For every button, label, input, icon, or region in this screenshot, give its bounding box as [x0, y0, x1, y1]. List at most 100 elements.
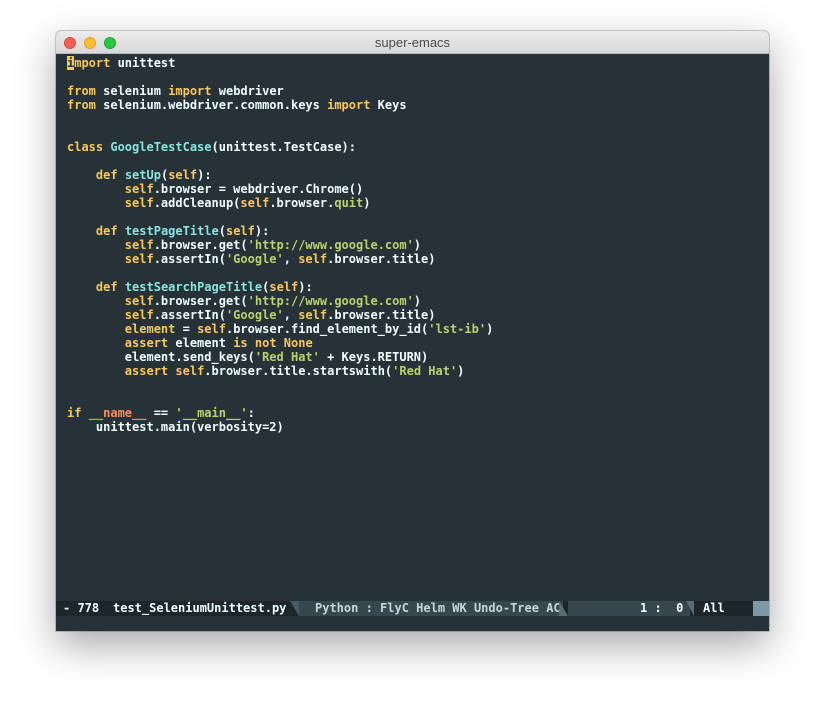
scroll-bar[interactable]: [753, 601, 769, 616]
mode-line: - 778 test_SeleniumUnittest.py Python : …: [56, 601, 769, 616]
cursor-position: 1 : 0: [568, 601, 690, 616]
code-token: 'Red Hat': [254, 350, 320, 364]
mode-line-separator: [686, 601, 694, 616]
code-token: self: [124, 294, 154, 308]
code-token: 'Red Hat': [392, 364, 458, 378]
code-token: None: [283, 336, 313, 350]
code-token: .browser.title.startswith(: [204, 364, 393, 378]
code-token: .assertIn(: [153, 308, 226, 322]
code-token: GoogleTestCase: [110, 140, 212, 154]
code-token: self: [175, 364, 205, 378]
code-token: =: [175, 322, 198, 336]
mode-line-separator: [559, 601, 568, 616]
buffer-state: - 778: [63, 601, 100, 615]
code-token: element: [124, 322, 176, 336]
code-token: Keys: [370, 98, 407, 112]
code-token: 'http://www.google.com': [247, 238, 414, 252]
code-line: element.send_keys('Red Hat' + Keys.RETUR…: [67, 350, 428, 364]
code-token: import: [168, 84, 212, 98]
code-token: assert: [124, 364, 169, 378]
mode-line-separator: [290, 601, 299, 616]
code-token: '__main__': [175, 406, 248, 420]
code-token: is: [233, 336, 248, 350]
cursor-position-label: 1 : 0: [640, 601, 684, 615]
code-token: .browser.find_element_by_id(: [225, 322, 429, 336]
code-token: 'lst-ib': [428, 322, 487, 336]
code-line: from selenium import webdriver: [67, 84, 284, 98]
code-token: class: [67, 140, 104, 154]
code-line: unittest.main(verbosity=2): [67, 420, 284, 434]
code-line: self.assertIn('Google', self.browser.tit…: [67, 308, 436, 322]
major-minor-modes[interactable]: Python : FlyC Helm WK Undo-Tree AC: [299, 601, 563, 616]
code-token: .browser = webdriver.Chrome(): [153, 182, 364, 196]
code-token: ==: [146, 406, 176, 420]
code-line: self.assertIn('Google', self.browser.tit…: [67, 252, 436, 266]
code-token: def: [95, 224, 118, 238]
code-token: self: [197, 322, 226, 336]
code-token: quit: [334, 196, 364, 210]
code-token: + Keys.RETURN): [319, 350, 429, 364]
code-token: ): [486, 322, 494, 336]
code-token: ): [413, 238, 422, 252]
code-token: element: [168, 336, 234, 350]
code-line: def setUp(self):: [67, 168, 212, 182]
emacs-window: super-emacs import unittest from selenium…: [56, 31, 769, 631]
code-token: ,: [283, 308, 299, 322]
code-token: 'Google': [225, 308, 284, 322]
code-token: self: [124, 196, 154, 210]
code-token: assert: [124, 336, 169, 350]
code-token: unittest.main(verbosity=2): [67, 420, 284, 434]
code-token: def: [95, 168, 118, 182]
code-token: setUp: [124, 168, 161, 182]
window-title: super-emacs: [374, 35, 451, 50]
code-token: ):: [254, 224, 270, 238]
code-token: .browser.get(: [153, 294, 248, 308]
code-token: unittest: [110, 56, 176, 70]
code-line: assert element is not None: [67, 336, 313, 350]
code-line: def testSearchPageTitle(self):: [67, 280, 313, 294]
code-line: self.browser = webdriver.Chrome(): [67, 182, 363, 196]
code-line: element = self.browser.find_element_by_i…: [67, 322, 494, 336]
code-token: ):: [298, 280, 313, 294]
code-token: :: [247, 406, 255, 420]
code-token: ): [363, 196, 371, 210]
code-token: .assertIn(: [153, 252, 226, 266]
code-line: from selenium.webdriver.common.keys impo…: [67, 98, 407, 112]
code-token: testSearchPageTitle: [124, 280, 263, 294]
title-bar: super-emacs: [56, 31, 769, 54]
scroll-indicator: All: [703, 601, 725, 615]
code-token: mport: [74, 56, 111, 70]
code-token: ):: [197, 168, 212, 182]
code-token: self: [124, 252, 154, 266]
code-token: __name__: [88, 406, 147, 420]
code-token: (: [218, 224, 226, 238]
code-editor[interactable]: import unittest from selenium import webd…: [56, 54, 769, 601]
code-token: (unittest.TestCase):: [211, 140, 357, 154]
code-token: import: [327, 98, 371, 112]
code-token: ): [413, 294, 422, 308]
code-line: self.addCleanup(self.browser.quit): [67, 196, 371, 210]
code-token: selenium.webdriver.common.keys: [95, 98, 328, 112]
code-token: 'Google': [225, 252, 284, 266]
code-token: self: [240, 196, 270, 210]
code-line: class GoogleTestCase(unittest.TestCase):: [67, 140, 356, 154]
code-token: self: [269, 280, 299, 294]
code-token: webdriver: [211, 84, 284, 98]
code-line: if __name__ == '__main__':: [67, 406, 255, 420]
minibuffer[interactable]: [56, 616, 769, 631]
buffer-filename[interactable]: test_SeleniumUnittest.py: [113, 601, 286, 616]
